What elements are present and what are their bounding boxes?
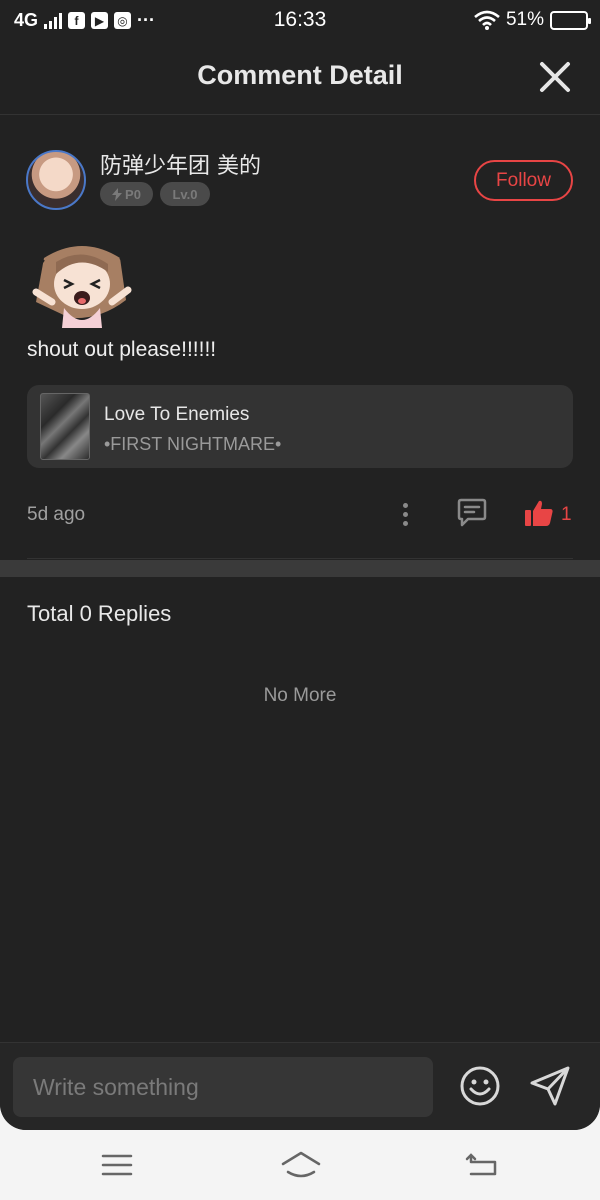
empty-state: No More xyxy=(263,685,337,706)
divider xyxy=(27,558,573,559)
avatar[interactable] xyxy=(26,150,86,210)
like-count: 1 xyxy=(561,504,572,525)
bolt-icon xyxy=(112,187,123,201)
level-label: Lv.0 xyxy=(172,186,198,202)
battery-icon xyxy=(550,10,591,30)
more-options-icon[interactable] xyxy=(395,500,415,528)
book-title: Love To Enemies xyxy=(104,404,250,425)
comment-time: 5d ago xyxy=(27,504,86,525)
send-icon[interactable] xyxy=(528,1065,572,1107)
status-bar: 4G f ▶ ◎ ··· 16:33 51% xyxy=(0,0,600,40)
header: Comment Detail xyxy=(0,40,600,115)
points-badge: P0 xyxy=(100,182,153,206)
emoji-icon[interactable] xyxy=(459,1065,501,1107)
app-screen: 4G f ▶ ◎ ··· 16:33 51% Comment Detail 防弹… xyxy=(0,0,600,1130)
back-icon[interactable] xyxy=(465,1150,501,1180)
battery-percent: 51% xyxy=(505,9,544,30)
reply-icon[interactable] xyxy=(456,496,488,528)
author-name[interactable]: 防弹少年团 美的 xyxy=(100,148,261,180)
close-icon[interactable] xyxy=(538,60,572,94)
book-subtitle: •FIRST NIGHTMARE• xyxy=(104,434,282,454)
system-nav-bar xyxy=(0,1130,600,1200)
comment-input[interactable] xyxy=(13,1057,433,1117)
points-label: P0 xyxy=(125,186,141,202)
like-icon[interactable] xyxy=(524,499,554,527)
book-card[interactable]: Love To Enemies •FIRST NIGHTMARE• xyxy=(27,385,573,468)
book-cover xyxy=(40,393,90,460)
home-icon[interactable] xyxy=(280,1150,322,1180)
follow-button[interactable]: Follow xyxy=(474,160,573,201)
wifi-icon xyxy=(474,10,500,30)
status-right: 51% xyxy=(474,9,591,31)
replies-title: Total 0 Replies xyxy=(27,601,172,626)
comment-composer xyxy=(0,1042,600,1130)
section-separator xyxy=(0,560,600,577)
comment-text: shout out please!!!!!! xyxy=(27,338,217,361)
menu-icon[interactable] xyxy=(99,1150,135,1180)
sticker-image xyxy=(32,246,132,328)
level-badge: Lv.0 xyxy=(160,182,210,206)
page-title: Comment Detail xyxy=(197,60,403,90)
